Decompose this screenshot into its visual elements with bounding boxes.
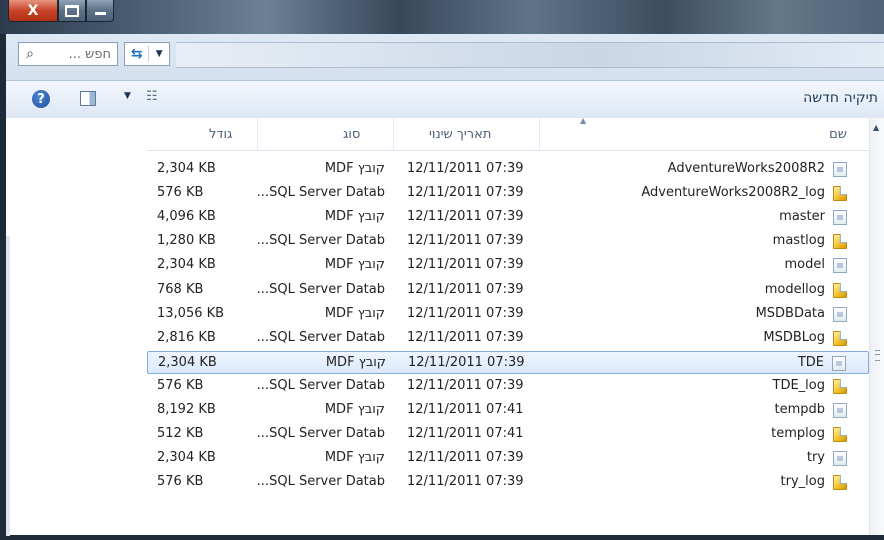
table-row[interactable]: 4,096 KB קובץ MDF 12/11/2011 07:39 master (147, 206, 869, 229)
log-file-icon (833, 378, 847, 394)
file-type: SQL Server Datab... (256, 474, 385, 490)
close-button[interactable]: X (8, 0, 58, 22)
file-type: SQL Server Datab... (256, 426, 385, 442)
search-icon[interactable]: ⌕ (19, 46, 41, 62)
scroll-grip-icon[interactable] (875, 350, 880, 361)
title-bar[interactable]: X (0, 0, 884, 34)
table-row[interactable]: 768 KB SQL Server Datab... 12/11/2011 07:3… (147, 279, 869, 302)
file-type: קובץ MDF (324, 257, 385, 273)
navigation-pane (6, 118, 146, 536)
file-size: 2,304 KB (157, 161, 216, 176)
file-name: master (779, 209, 825, 225)
refresh-icon[interactable]: ⇆ (125, 46, 150, 62)
nav-buttons: ⇆ ▼ (124, 42, 170, 66)
vertical-scrollbar[interactable]: ▲ (869, 118, 884, 535)
file-type: SQL Server Datab... (256, 281, 385, 297)
minimize-button[interactable] (86, 0, 114, 22)
mdf-file-icon (833, 210, 847, 226)
history-dropdown-icon[interactable]: ▼ (149, 49, 169, 59)
file-name: MSDBData (755, 305, 825, 321)
file-type: קובץ MDF (324, 450, 385, 466)
file-name: AdventureWorks2008R2_log (641, 185, 825, 201)
column-name[interactable]: שם (829, 126, 847, 144)
file-name: mastlog (772, 233, 825, 249)
column-header: גודל סוג תאריך שינוי ▲ שם (147, 116, 869, 151)
file-name: modellog (764, 281, 825, 297)
file-name: TDE (797, 354, 824, 370)
file-type: קובץ MDF (324, 161, 385, 176)
file-size: 4,096 KB (157, 209, 216, 225)
log-file-icon (833, 234, 847, 250)
file-size: 13,056 KB (157, 305, 225, 321)
view-details-icon[interactable]: ☷ (146, 89, 160, 105)
log-file-icon (833, 282, 847, 298)
file-type: SQL Server Datab... (256, 329, 385, 345)
mdf-file-icon (833, 162, 847, 177)
file-size: 2,304 KB (157, 257, 216, 273)
file-name: try (806, 450, 825, 466)
mdf-file-icon (833, 306, 847, 322)
table-row[interactable]: 576 KB SQL Server Datab... 12/11/2011 07:3… (147, 375, 869, 398)
file-list-pane: גודל סוג תאריך שינוי ▲ שם 2,304 KB קובץ M… (6, 116, 869, 536)
mdf-file-icon (833, 451, 847, 467)
mdf-file-icon (833, 403, 847, 418)
table-row[interactable]: 1,280 KB SQL Server Datab... 12/11/2011 07… (147, 230, 869, 253)
table-row[interactable]: 2,304 KB קובץ MDF 12/11/2011 07:39 try (147, 447, 869, 470)
file-type: קובץ MDF (324, 402, 385, 417)
file-name: TDE_log (772, 377, 825, 393)
file-size: 2,304 KB (157, 450, 216, 466)
address-bar: ⌕ חפש ... ⇆ ▼ (6, 34, 884, 81)
table-row[interactable]: 576 KB SQL Server Datab... 12/11/2011 07:3… (147, 471, 869, 494)
caption-buttons: X (8, 0, 114, 24)
file-name: tempdb (774, 402, 825, 417)
table-row[interactable]: 2,304 KB קובץ MDF 12/11/2011 07:39 Adventur… (147, 158, 869, 181)
minimize-icon (94, 12, 106, 15)
maximize-icon (65, 4, 79, 17)
file-name: try_log (780, 474, 825, 490)
table-row[interactable]: 512 KB SQL Server Datab... 12/11/2011 07:4… (147, 423, 869, 446)
file-name: AdventureWorks2008R2 (667, 161, 825, 176)
search-box[interactable]: ⌕ חפש ... (18, 42, 118, 66)
log-file-icon (833, 186, 847, 202)
mdf-file-icon (833, 258, 847, 274)
log-file-icon (833, 475, 847, 491)
close-icon: X (27, 2, 39, 19)
maximize-button[interactable] (58, 0, 86, 22)
table-row[interactable]: 576 KB SQL Server Datab... 12/11/2011 07:3… (147, 182, 869, 205)
view-dropdown-icon[interactable]: ▼ (124, 91, 131, 101)
file-type: קובץ MDF (325, 354, 386, 370)
table-row[interactable]: 13,056 KB קובץ MDF 12/11/2011 07:39 MSDBDat… (147, 303, 869, 326)
command-bar: ? ▼ ☷ תיקיה חדשה (6, 81, 884, 119)
preview-pane-icon[interactable] (80, 91, 96, 106)
table-row[interactable]: 8,192 KB קובץ MDF 12/11/2011 07:41 tempdb (147, 399, 869, 422)
table-row[interactable]: 2,304 KB קובץ MDF 12/11/2011 07:39 TDE (147, 350, 869, 374)
help-icon[interactable]: ? (32, 90, 50, 108)
column-size[interactable]: גודל (209, 126, 232, 144)
table-row[interactable]: 2,816 KB SQL Server Datab... 12/11/2011 07… (147, 327, 869, 350)
sort-arrow-icon: ▲ (580, 116, 587, 125)
log-file-icon (833, 330, 847, 346)
file-type: SQL Server Datab... (256, 377, 385, 393)
address-path[interactable] (176, 42, 884, 68)
file-size: 2,304 KB (158, 354, 217, 370)
column-date[interactable]: תאריך שינוי (429, 126, 491, 144)
file-type: SQL Server Datab... (256, 185, 385, 201)
file-type: קובץ MDF (324, 209, 385, 225)
scroll-up-icon[interactable]: ▲ (873, 123, 879, 132)
file-name: MSDBLog (763, 329, 825, 345)
file-size: 8,192 KB (157, 402, 216, 417)
search-input[interactable]: חפש ... (41, 47, 117, 62)
file-name: model (784, 257, 825, 273)
table-row[interactable]: 2,304 KB קובץ MDF 12/11/2011 07:39 model (147, 254, 869, 277)
file-type: SQL Server Datab... (256, 233, 385, 249)
log-file-icon (833, 427, 847, 443)
new-folder-button[interactable]: תיקיה חדשה (803, 90, 878, 106)
file-type: קובץ MDF (324, 305, 385, 321)
column-type[interactable]: סוג (343, 126, 360, 144)
file-name: templog (771, 426, 825, 442)
mdf-file-icon (832, 355, 846, 371)
